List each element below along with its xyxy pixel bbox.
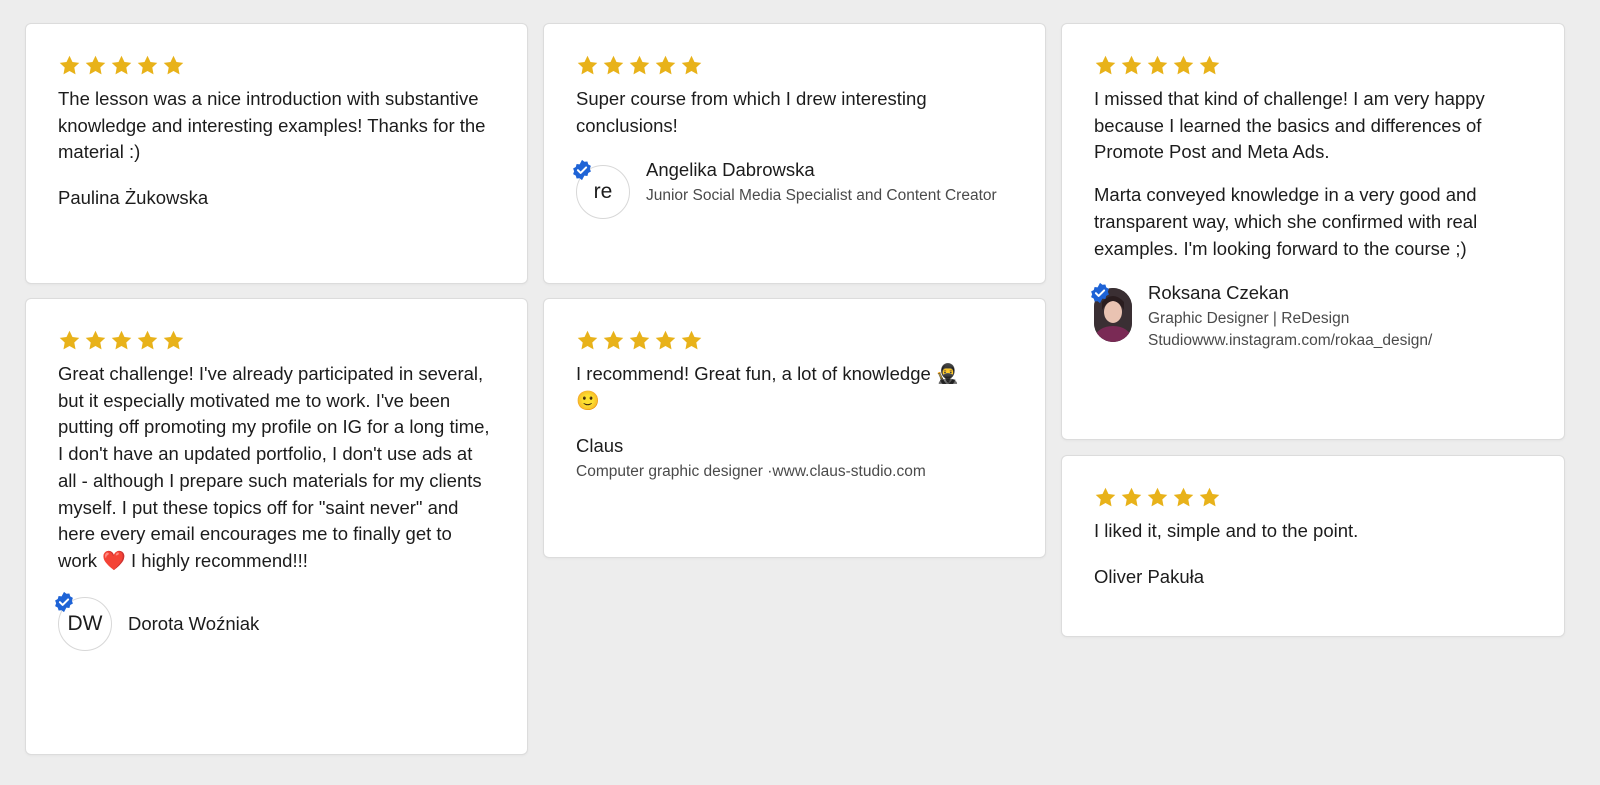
review-text: I recommend! Great fun, a lot of knowled… [576,361,1013,414]
avatar-wrap [1091,283,1132,343]
star-icon [1173,55,1194,75]
author-name: Angelika Dabrowska [646,159,815,181]
author-name: Claus [576,435,624,457]
star-icon [1199,55,1220,75]
star-icon [137,330,158,350]
review-card: Great challenge! I've already participat… [25,298,528,755]
avatar-wrap: DW [55,591,112,651]
review-paragraph: I missed that kind of challenge! I am ve… [1094,88,1485,163]
star-icon [85,55,106,75]
star-rating [58,54,495,78]
star-icon [111,330,132,350]
review-paragraph: The lesson was a nice introduction with … [58,88,486,163]
review-author: Paulina Żukowska [58,186,495,210]
review-card: Super course from which I drew interesti… [543,23,1046,284]
star-icon [163,330,184,350]
review-author: Roksana Czekan Graphic Designer | ReDesi… [1091,278,1532,351]
star-rating [58,329,495,353]
star-icon [1121,487,1142,507]
review-text: The lesson was a nice introduction with … [58,86,495,166]
review-author: Oliver Pakuła [1094,565,1532,589]
star-rating [1094,486,1532,510]
review-text: Great challenge! I've already participat… [58,361,495,575]
review-text-part: I highly recommend!!! [125,549,308,571]
review-paragraph: I liked it, simple and to the point. [1094,520,1359,541]
star-icon [603,55,624,75]
star-icon [163,55,184,75]
star-rating [1094,54,1532,78]
star-icon [577,330,598,350]
review-author: Claus Computer graphic designer ·www.cla… [576,434,1013,483]
smile-emoji-icon: 🙂 [576,389,600,412]
star-rating [576,329,1013,353]
author-name: Roksana Czekan [1148,282,1289,304]
star-rating [576,54,1013,78]
author-name: Oliver Pakuła [1094,565,1205,587]
review-card: I missed that kind of challenge! I am ve… [1061,23,1565,440]
author-name: Paulina Żukowska [58,187,209,209]
star-icon [577,55,598,75]
review-paragraph: Great challenge! I've already participat… [58,361,495,575]
review-paragraph: Super course from which I drew interesti… [576,88,927,136]
star-icon [655,330,676,350]
review-paragraph: Marta conveyed knowledge in a very good … [1094,184,1478,259]
star-icon [1147,55,1168,75]
review-text-part: Great challenge! I've already participat… [58,363,490,571]
star-icon [111,55,132,75]
review-text: I liked it, simple and to the point. [1094,518,1532,545]
verified-badge-icon [55,591,73,612]
review-author: DW Dorota Woźniak [55,591,495,651]
review-text: Super course from which I drew interesti… [576,86,1013,139]
star-icon [681,330,702,350]
star-icon [1095,55,1116,75]
avatar-wrap: re [573,160,630,220]
star-icon [59,330,80,350]
review-text: I missed that kind of challenge! I am ve… [1094,86,1532,262]
verified-badge-icon [573,160,591,181]
review-card: I recommend! Great fun, a lot of knowled… [543,298,1046,558]
review-card: I liked it, simple and to the point. Oli… [1061,455,1565,637]
review-paragraph: I recommend! Great fun, a lot of knowled… [576,361,1013,414]
star-icon [603,330,624,350]
review-card: The lesson was a nice introduction with … [25,23,528,284]
star-icon [137,55,158,75]
star-icon [629,330,650,350]
author-role: Computer graphic designer ·www.claus-stu… [576,463,926,481]
star-icon [59,55,80,75]
ninja-emoji-icon: 🥷 [935,363,960,385]
star-icon [629,55,650,75]
star-icon [655,55,676,75]
author-role: Graphic Designer | ReDesign Studiowww.in… [1148,310,1433,349]
verified-badge-icon [1091,283,1109,304]
review-text-part: I recommend! Great fun, a lot of knowled… [576,363,936,384]
review-author: re Angelika Dabrowska Junior Social Medi… [573,155,1013,220]
star-icon [1173,487,1194,507]
star-icon [1147,487,1168,507]
star-icon [1199,487,1220,507]
star-icon [1095,487,1116,507]
star-icon [85,330,106,350]
author-name: Dorota Woźniak [128,612,260,634]
star-icon [681,55,702,75]
star-icon [1121,55,1142,75]
heart-emoji-icon: ❤️ [102,549,126,572]
author-role: Junior Social Media Specialist and Conte… [646,187,997,205]
